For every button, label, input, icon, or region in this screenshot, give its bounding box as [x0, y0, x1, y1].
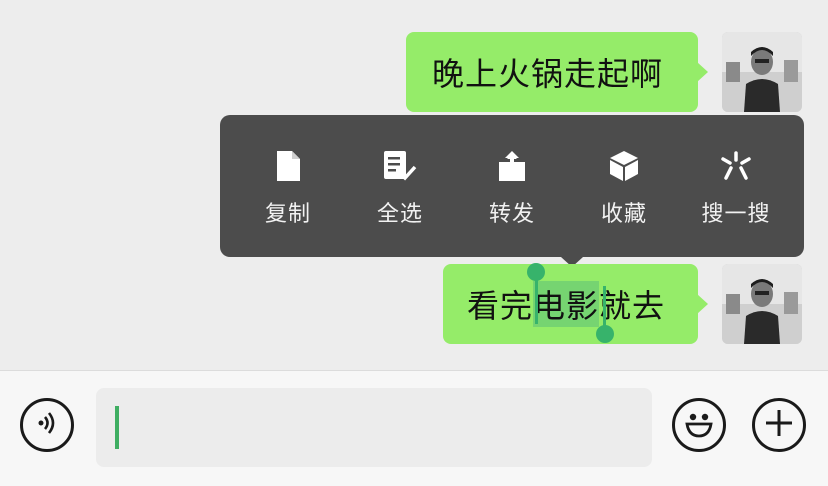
input-bar	[0, 370, 828, 486]
menu-item-label: 搜一搜	[701, 202, 771, 227]
avatar[interactable]	[722, 32, 802, 112]
message-text: 晚上火锅走起啊	[432, 55, 664, 93]
selection-end-bar	[603, 286, 606, 330]
select-all-icon	[382, 148, 418, 184]
bubble-tail	[697, 62, 708, 82]
menu-item-select-all[interactable]: 全选	[344, 115, 456, 257]
message-text-before: 看完	[467, 287, 534, 325]
menu-item-forward[interactable]: 转发	[456, 115, 568, 257]
menu-item-label: 全选	[376, 202, 423, 227]
menu-item-label: 转发	[488, 202, 535, 227]
menu-item-favorite[interactable]: 收藏	[568, 115, 680, 257]
message-bubble-outgoing[interactable]: 看完 电影 就去	[443, 264, 708, 344]
file-icon	[270, 148, 306, 184]
selected-text[interactable]: 电影	[533, 281, 600, 327]
sparkle-search-icon	[718, 148, 754, 184]
cube-icon	[606, 148, 642, 184]
smiley-icon	[679, 403, 719, 447]
avatar[interactable]	[722, 264, 802, 344]
context-menu: 复制 全选 转发 收藏 搜一搜	[220, 115, 804, 257]
menu-item-copy[interactable]: 复制	[232, 115, 344, 257]
menu-item-label: 收藏	[600, 202, 647, 227]
more-button[interactable]	[752, 398, 806, 452]
message-bubble-outgoing[interactable]: 晚上火锅走起啊	[406, 32, 708, 112]
bubble-tail	[697, 294, 708, 314]
menu-item-search[interactable]: 搜一搜	[680, 115, 792, 257]
voice-button[interactable]	[20, 398, 74, 452]
selection-end-handle[interactable]	[596, 325, 614, 343]
chat-area: 晚上火锅走起啊 复制 全选 转发 收藏 搜一搜 看完 电影 就去	[0, 0, 828, 370]
plus-icon	[763, 407, 795, 443]
text-caret	[115, 406, 119, 449]
selection-start-bar	[535, 278, 538, 324]
menu-item-label: 复制	[264, 202, 311, 227]
emoji-button[interactable]	[672, 398, 726, 452]
message-text-after: 就去	[599, 287, 666, 325]
voice-icon	[33, 409, 61, 441]
share-icon	[494, 148, 530, 184]
message-input[interactable]	[96, 388, 652, 467]
